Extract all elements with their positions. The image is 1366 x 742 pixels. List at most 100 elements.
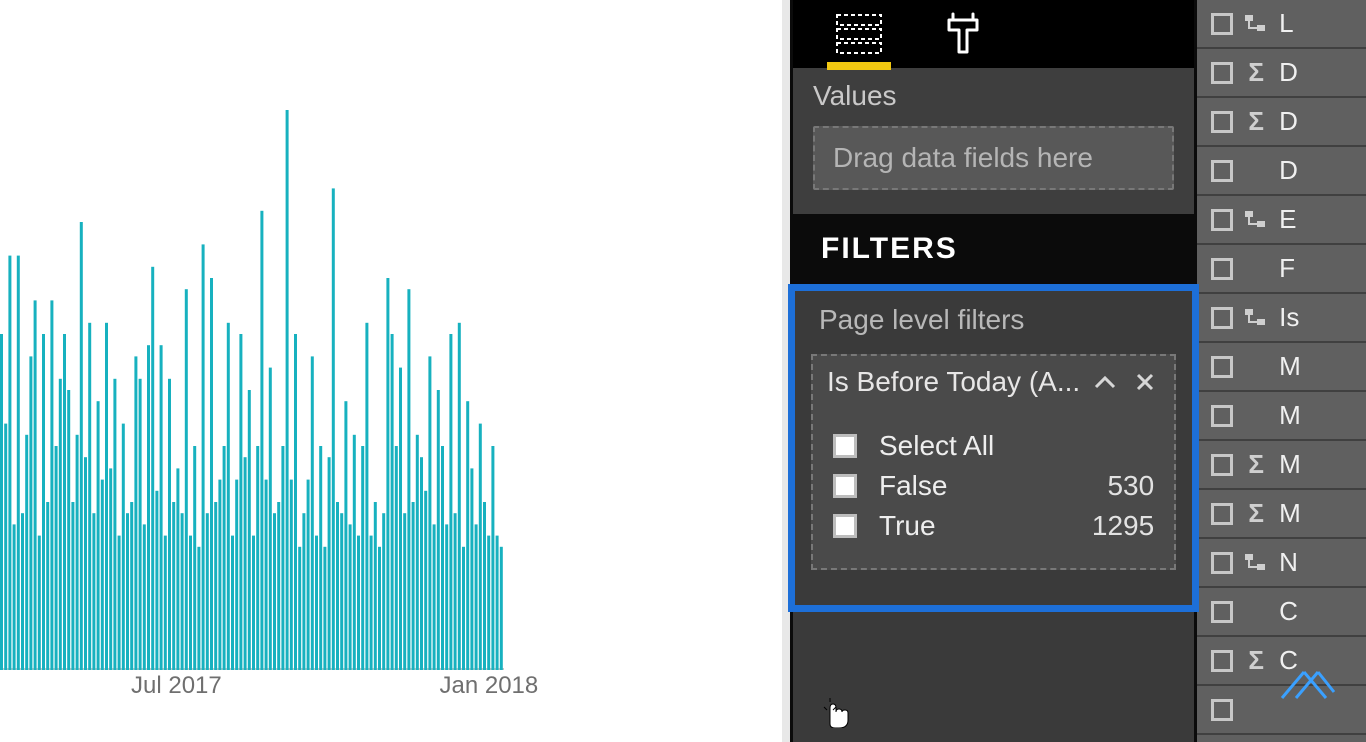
bar[interactable] — [391, 334, 394, 670]
bar[interactable] — [252, 536, 255, 670]
bar[interactable] — [97, 401, 100, 670]
bar[interactable] — [265, 480, 268, 670]
bar[interactable] — [160, 345, 163, 670]
bar[interactable] — [365, 323, 368, 670]
bar[interactable] — [176, 468, 179, 670]
bar[interactable] — [407, 289, 410, 670]
bar[interactable] — [454, 513, 457, 670]
bar[interactable] — [126, 513, 129, 670]
bar[interactable] — [42, 334, 45, 670]
bar[interactable] — [458, 323, 461, 670]
bar[interactable] — [298, 547, 301, 670]
bar[interactable] — [55, 446, 58, 670]
bar[interactable] — [155, 491, 158, 670]
field-item[interactable]: ΣM — [1197, 441, 1366, 490]
checkbox[interactable] — [1211, 405, 1233, 427]
bar[interactable] — [0, 334, 3, 670]
bar[interactable] — [34, 300, 37, 670]
bar[interactable] — [416, 435, 419, 670]
bar[interactable] — [428, 356, 431, 670]
bar[interactable] — [386, 278, 389, 670]
bar[interactable] — [88, 323, 91, 670]
bar[interactable] — [235, 480, 238, 670]
column-chart[interactable] — [0, 110, 504, 670]
field-item[interactable]: N — [1197, 539, 1366, 588]
bar[interactable] — [139, 379, 142, 670]
bar[interactable] — [294, 334, 297, 670]
bar[interactable] — [143, 524, 146, 670]
checkbox[interactable] — [1211, 62, 1233, 84]
filter-option[interactable]: False530 — [833, 466, 1154, 506]
filter-option[interactable]: True1295 — [833, 506, 1154, 546]
checkbox[interactable] — [1211, 552, 1233, 574]
bar[interactable] — [80, 222, 83, 670]
checkbox[interactable] — [1211, 650, 1233, 672]
bar[interactable] — [281, 446, 284, 670]
tab-fields-icon[interactable] — [831, 6, 887, 62]
bar[interactable] — [172, 502, 175, 670]
field-item[interactable]: M — [1197, 392, 1366, 441]
bar[interactable] — [311, 356, 314, 670]
checkbox[interactable] — [1211, 699, 1233, 721]
field-item[interactable]: E — [1197, 196, 1366, 245]
bar[interactable] — [76, 435, 79, 670]
field-item[interactable]: ΣD — [1197, 98, 1366, 147]
bar[interactable] — [227, 323, 230, 670]
checkbox[interactable] — [1211, 160, 1233, 182]
checkbox[interactable] — [1211, 454, 1233, 476]
bar[interactable] — [319, 446, 322, 670]
checkbox[interactable] — [1211, 307, 1233, 329]
bar[interactable] — [105, 323, 108, 670]
bar[interactable] — [189, 536, 192, 670]
bar[interactable] — [269, 368, 272, 670]
bar[interactable] — [256, 446, 259, 670]
remove-filter-icon[interactable] — [1130, 367, 1160, 397]
bar[interactable] — [63, 334, 66, 670]
bar[interactable] — [25, 435, 28, 670]
bar[interactable] — [239, 334, 242, 670]
bar[interactable] — [336, 502, 339, 670]
bar[interactable] — [168, 379, 171, 670]
bar[interactable] — [466, 401, 469, 670]
bar[interactable] — [470, 468, 473, 670]
bar[interactable] — [13, 524, 16, 670]
bar[interactable] — [151, 267, 154, 670]
bar[interactable] — [357, 536, 360, 670]
bar[interactable] — [223, 446, 226, 670]
bar[interactable] — [50, 300, 53, 670]
bar[interactable] — [273, 513, 276, 670]
bar[interactable] — [449, 334, 452, 670]
bar[interactable] — [307, 480, 310, 670]
bar[interactable] — [437, 390, 440, 670]
field-item[interactable]: Is — [1197, 294, 1366, 343]
bar[interactable] — [361, 446, 364, 670]
collapse-icon[interactable] — [1090, 367, 1120, 397]
tab-format-icon[interactable] — [935, 6, 991, 62]
bar[interactable] — [412, 502, 415, 670]
bar[interactable] — [370, 536, 373, 670]
bar[interactable] — [424, 491, 427, 670]
bar[interactable] — [353, 435, 356, 670]
bar[interactable] — [46, 502, 49, 670]
bar[interactable] — [17, 256, 20, 670]
bar[interactable] — [441, 446, 444, 670]
bar[interactable] — [244, 457, 247, 670]
bar[interactable] — [67, 390, 70, 670]
bar[interactable] — [185, 289, 188, 670]
field-item[interactable]: ΣM — [1197, 490, 1366, 539]
bar[interactable] — [290, 480, 293, 670]
bar[interactable] — [395, 446, 398, 670]
bar[interactable] — [496, 536, 499, 670]
checkbox[interactable] — [833, 474, 857, 498]
bar[interactable] — [277, 502, 280, 670]
bar[interactable] — [332, 188, 335, 670]
field-item[interactable] — [1197, 686, 1366, 735]
checkbox[interactable] — [1211, 111, 1233, 133]
filter-option[interactable]: Select All — [833, 426, 1154, 466]
bar[interactable] — [214, 502, 217, 670]
bar[interactable] — [84, 457, 87, 670]
bar[interactable] — [38, 536, 41, 670]
bar[interactable] — [8, 256, 11, 670]
field-item[interactable]: M — [1197, 343, 1366, 392]
bar[interactable] — [193, 446, 196, 670]
